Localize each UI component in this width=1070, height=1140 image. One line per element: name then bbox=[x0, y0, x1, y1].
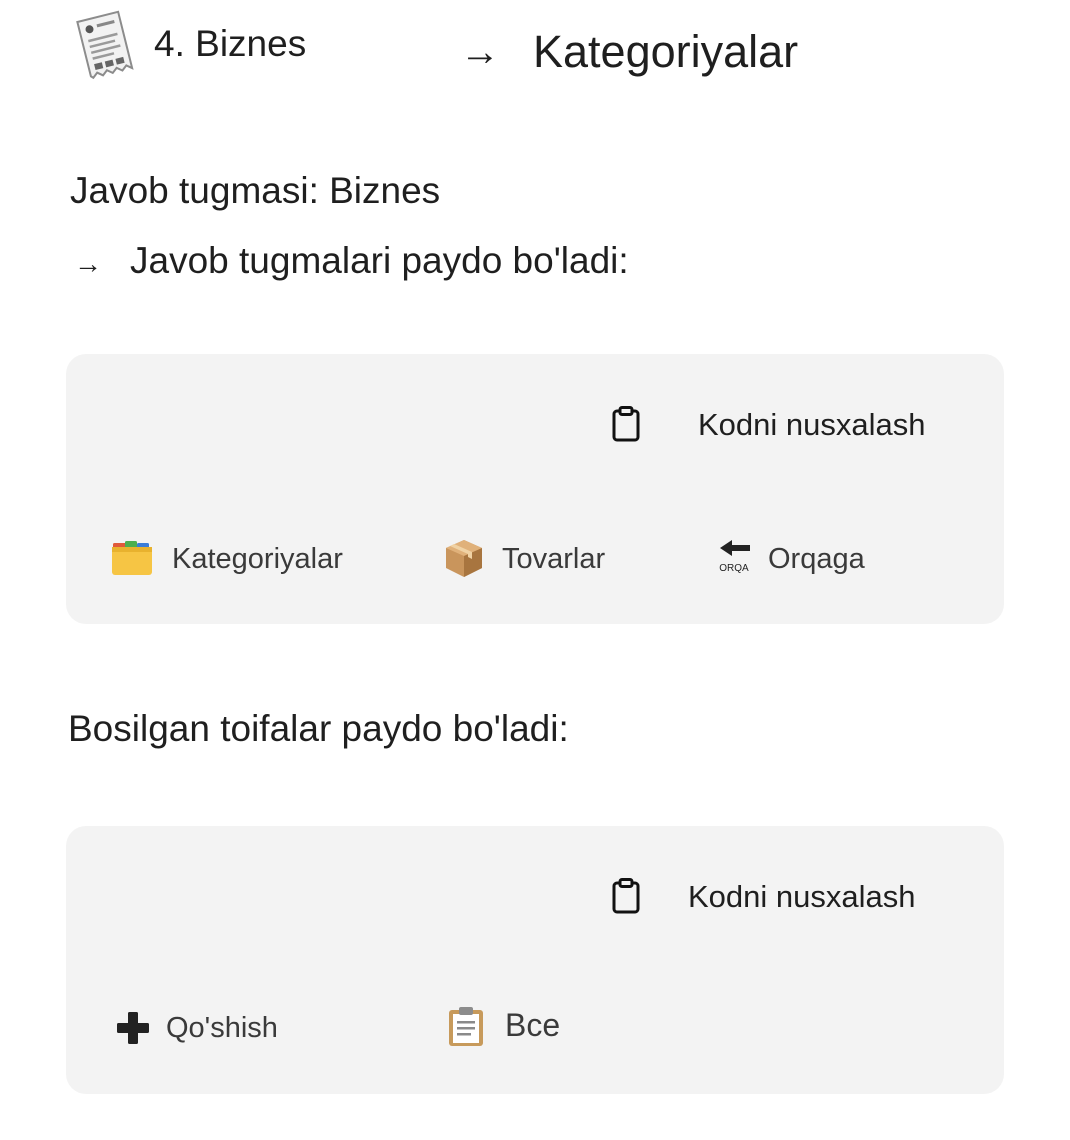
reply-button-line: Javob tugmasi: Biznes bbox=[70, 170, 441, 211]
back-button[interactable]: Orqaga bbox=[768, 541, 865, 577]
all-button[interactable]: Все bbox=[505, 1007, 560, 1043]
back-icon-caption: ORQA bbox=[719, 563, 749, 574]
clipboard-icon[interactable] bbox=[611, 406, 641, 442]
copy-code-button[interactable]: Kodni nusxalash bbox=[688, 878, 916, 916]
code-panel-2 bbox=[66, 826, 1004, 1094]
arrow-icon: → bbox=[74, 248, 102, 279]
package-icon bbox=[443, 537, 485, 579]
back-arrow-icon: ORQA bbox=[716, 538, 756, 574]
categories-appear-line: Bosilgan toifalar paydo bo'ladi: bbox=[68, 708, 569, 749]
heading-business: 4. Biznes bbox=[154, 23, 307, 64]
plus-icon bbox=[115, 1010, 151, 1046]
reply-buttons-appear-line: Javob tugmalari paydo bo'ladi: bbox=[130, 240, 629, 281]
receipt-icon bbox=[72, 10, 138, 82]
heading-categories: Kategoriyalar bbox=[533, 26, 799, 77]
products-button[interactable]: Tovarlar bbox=[502, 541, 605, 577]
clipboard-icon[interactable] bbox=[611, 878, 641, 914]
heading-arrow: → bbox=[460, 30, 500, 74]
add-button[interactable]: Qo'shish bbox=[166, 1010, 278, 1046]
code-panel-1 bbox=[66, 354, 1004, 624]
categories-button[interactable]: Kategoriyalar bbox=[172, 541, 343, 577]
copy-code-button[interactable]: Kodni nusxalash bbox=[698, 406, 926, 444]
folder-icon bbox=[111, 537, 153, 579]
clipboard-list-icon bbox=[445, 1006, 487, 1048]
